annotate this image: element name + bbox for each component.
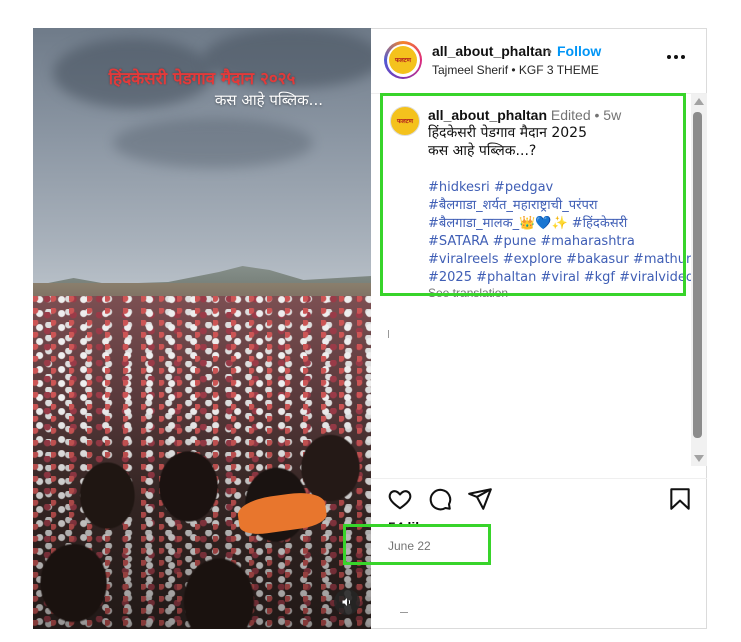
save-button[interactable] [667,486,693,512]
hashtag-line[interactable]: #बैलगाडा_मालक_👑💙✨ #हिंदकेसरी [428,215,688,233]
divider [400,612,408,613]
scroll-down-arrow-icon[interactable] [694,455,704,462]
action-bar [371,478,707,519]
likes-count[interactable]: 54 likes [388,517,439,527]
caption-line: हिंदकेसरी पेडगाव मैदान 2025 [428,125,587,141]
post-video[interactable]: हिंदकेसरी पेडगाव मैदान २०२५ कस आहे पब्लि… [33,28,371,629]
caption-avatar[interactable]: फलटण [390,106,420,136]
audio-toggle-button[interactable] [334,589,360,615]
more-options-button[interactable] [664,45,688,69]
caption-text: हिंदकेसरी पेडगाव मैदान 2025 कस आहे पब्लि… [428,124,683,160]
avatar-logo: फलटण [389,46,417,74]
scrollbar-thumb[interactable] [693,112,702,438]
more-horizontal-icon [667,55,685,59]
see-translation-link[interactable]: See translation [428,286,508,300]
share-button[interactable] [467,486,493,512]
bookmark-icon [670,488,690,510]
comment-button[interactable] [427,486,453,512]
hashtag-line[interactable]: #2025 #phaltan #viral #kgf #viralvideos [428,269,701,287]
caption-hashtags: #hidkesri #pedgav #बैलगाडा_शर्यत_महाराष्… [428,179,701,287]
video-overlay-subtitle: कस आहे पब्लिक... [214,91,323,109]
video-cloud [113,118,313,168]
hashtag-line[interactable]: #hidkesri #pedgav [428,179,688,197]
header-separator: • [547,43,552,59]
hashtag-line[interactable]: #SATARA #pune #maharashtra [428,233,688,251]
comments-scrollbar[interactable] [691,94,707,466]
send-icon [468,488,492,510]
profile-avatar[interactable]: फलटण [384,41,422,79]
caption-header: all_about_phaltan Edited • 5w [428,107,621,123]
divider [388,330,389,338]
audio-attribution[interactable]: Tajmeel Sherif • KGF 3 THEME [432,63,599,77]
comments-section[interactable]: फलटण all_about_phaltan Edited • 5w हिंदक… [371,94,707,466]
hashtag-line[interactable]: #viralreels #explore #bakasur #mathur [428,251,691,269]
post-date: June 22 [388,539,431,553]
speaker-icon [342,598,351,606]
caption-username[interactable]: all_about_phaltan [428,107,547,123]
hashtag-line[interactable]: #बैलगाडा_शर्यत_महाराष्ट्राची_परंपरा [428,197,688,215]
comment-icon [429,488,452,511]
post-header: फलटण all_about_phaltan • Follow Tajmeel … [371,28,707,94]
like-button[interactable] [387,486,413,512]
scroll-up-arrow-icon[interactable] [694,98,704,105]
caption-meta: Edited • 5w [550,107,622,123]
video-overlay-title: हिंदकेसरी पेडगाव मैदान २०२५ [108,69,296,89]
caption-line: कस आहे पब्लिक...? [428,143,537,159]
heart-icon [388,490,412,510]
header-username[interactable]: all_about_phaltan [432,43,551,59]
follow-button[interactable]: Follow [557,43,601,59]
